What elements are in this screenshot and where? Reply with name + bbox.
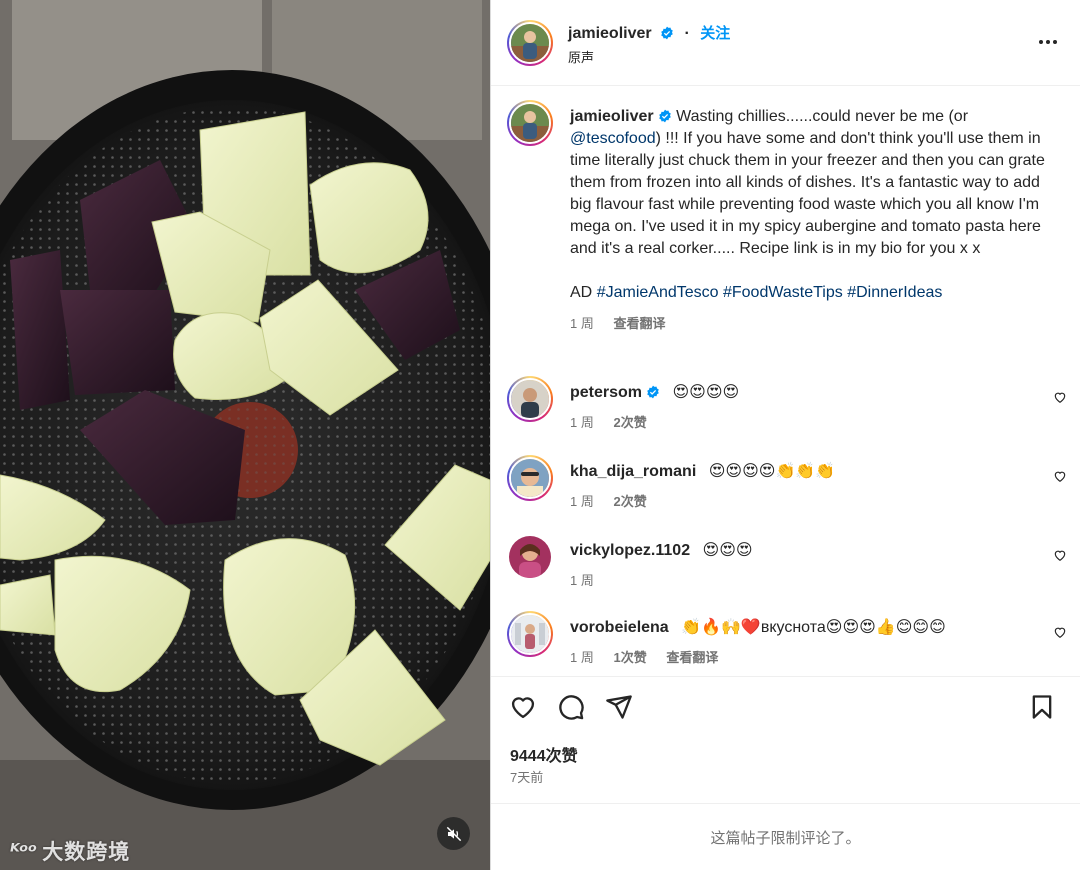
comment-like-heart-icon[interactable] — [1053, 548, 1067, 562]
comment-meta: 1 周 2次赞 — [570, 491, 663, 510]
hashtag-link[interactable]: #JamieAndTesco — [597, 284, 719, 301]
watermark-logo-mark: ᴷᵒᵒ — [10, 839, 37, 863]
comment-body: 😍😍😍 — [702, 542, 753, 559]
heart-icon[interactable] — [509, 693, 537, 721]
paper-plane-icon[interactable] — [605, 693, 633, 721]
comment-time[interactable]: 1 周 — [570, 494, 594, 509]
comment-item: petersom 😍😍😍😍 1 周 2次赞 — [507, 376, 1067, 446]
volume-muted-icon — [446, 826, 461, 841]
bookmark-icon[interactable] — [1028, 693, 1056, 721]
avatar-image — [511, 380, 549, 418]
comment-meta: 1 周 1次赞 查看翻译 — [570, 647, 734, 666]
caption-author-avatar[interactable] — [507, 100, 553, 146]
verified-badge-icon — [658, 109, 671, 123]
verified-badge-icon — [661, 26, 673, 40]
comment-body: 😍😍😍😍 — [672, 384, 740, 401]
comment-item: vorobeielena 👏🔥🙌❤️вкуснота😍😍😍👍😊😊😊 1 周 1次… — [507, 611, 1067, 681]
see-translation-button[interactable]: 查看翻译 — [613, 316, 665, 331]
caption-username[interactable]: jamieoliver — [570, 108, 654, 125]
author-username[interactable]: jamieoliver — [568, 25, 652, 42]
hashtag-link[interactable]: #DinnerIdeas — [847, 284, 942, 301]
post-side-panel: jamieoliver · 关注 原声 jamieoliver Wasting … — [490, 0, 1080, 870]
comment-text-line: vorobeielena 👏🔥🙌❤️вкуснота😍😍😍👍😊😊😊 — [570, 617, 946, 639]
comment-username[interactable]: vickylopez.1102 — [570, 542, 690, 559]
hashtag-link[interactable]: #FoodWasteTips — [723, 284, 843, 301]
post-header: jamieoliver · 关注 原声 — [491, 0, 1080, 86]
action-icons — [509, 693, 633, 721]
author-line: jamieoliver · 关注 — [568, 22, 730, 43]
author-avatar[interactable] — [507, 20, 553, 66]
likes-count[interactable]: 9444次赞 — [510, 742, 578, 766]
post-actions: 9444次赞 7天前 — [491, 676, 1080, 802]
verified-badge-icon — [647, 385, 659, 399]
watermark-text: 大数跨境 — [42, 840, 131, 864]
comment-text-line: kha_dija_romani 😍😍😍😍👏👏👏 — [570, 461, 835, 483]
comment-bubble-icon[interactable] — [557, 693, 585, 721]
video-frame-aubergine-pan — [0, 0, 490, 870]
comment-time[interactable]: 1 周 — [570, 573, 594, 588]
more-options-button[interactable] — [1036, 30, 1060, 54]
caption-text-part: ) !!! If you have some and don't think y… — [570, 130, 1045, 257]
original-audio-link[interactable]: 原声 — [568, 47, 594, 66]
comment-username[interactable]: vorobeielena — [570, 619, 669, 636]
comment-username[interactable]: kha_dija_romani — [570, 463, 696, 480]
mention-link[interactable]: @tescofood — [570, 130, 656, 147]
avatar-image — [511, 104, 549, 142]
comment-avatar[interactable] — [507, 534, 553, 580]
avatar-image — [511, 459, 549, 497]
comments-restricted-notice: 这篇帖子限制评论了。 — [491, 803, 1080, 870]
caption-text: jamieoliver Wasting chillies......could … — [570, 106, 1060, 260]
comment-avatar[interactable] — [507, 611, 553, 657]
caption-body: jamieoliver Wasting chillies......could … — [570, 106, 1060, 335]
follow-button[interactable]: 关注 — [700, 25, 730, 42]
avatar-image — [511, 615, 549, 653]
post-media[interactable]: ᴷᵒᵒ 大数跨境 — [0, 0, 490, 870]
separator-dot: · — [684, 25, 690, 42]
comment-time[interactable]: 1 周 — [570, 415, 594, 430]
comment-like-heart-icon[interactable] — [1053, 469, 1067, 483]
comment-avatar[interactable] — [507, 455, 553, 501]
comment-like-count[interactable]: 2次赞 — [613, 494, 646, 509]
comment-like-count[interactable]: 2次赞 — [613, 415, 646, 430]
comment-text-line: vickylopez.1102 😍😍😍 — [570, 540, 753, 562]
comment-body: 👏🔥🙌❤️вкуснота😍😍😍👍😊😊😊 — [681, 619, 946, 636]
comment-like-heart-icon[interactable] — [1053, 390, 1067, 404]
comment-like-count[interactable]: 1次赞 — [613, 650, 646, 665]
comment-item: kha_dija_romani 😍😍😍😍👏👏👏 1 周 2次赞 — [507, 455, 1067, 525]
caption-text-part: Wasting chillies......could never be me … — [676, 108, 969, 125]
more-horizontal-icon — [1039, 40, 1057, 44]
comment-time[interactable]: 1 周 — [570, 650, 594, 665]
comment-meta: 1 周 2次赞 — [570, 412, 663, 431]
comment-meta: 1 周 — [570, 570, 610, 589]
comment-item: vickylopez.1102 😍😍😍 1 周 — [507, 534, 1067, 604]
caption-time[interactable]: 1 周 — [570, 316, 594, 331]
caption-meta: 1 周 查看翻译 — [570, 313, 1060, 335]
see-translation-button[interactable]: 查看翻译 — [666, 650, 718, 665]
comment-body: 😍😍😍😍👏👏👏 — [708, 463, 836, 480]
comment-avatar[interactable] — [507, 376, 553, 422]
hashtag-line: AD #JamieAndTesco #FoodWasteTips #Dinner… — [570, 282, 1060, 304]
watermark: ᴷᵒᵒ 大数跨境 — [10, 836, 130, 866]
avatar-image — [511, 24, 549, 62]
avatar-image — [509, 536, 551, 578]
comment-like-heart-icon[interactable] — [1053, 625, 1067, 639]
ad-label: AD — [570, 284, 593, 301]
comment-username[interactable]: petersom — [570, 384, 642, 401]
mute-toggle-button[interactable] — [437, 817, 470, 850]
post-timestamp[interactable]: 7天前 — [510, 767, 543, 786]
comment-text-line: petersom 😍😍😍😍 — [570, 382, 739, 404]
